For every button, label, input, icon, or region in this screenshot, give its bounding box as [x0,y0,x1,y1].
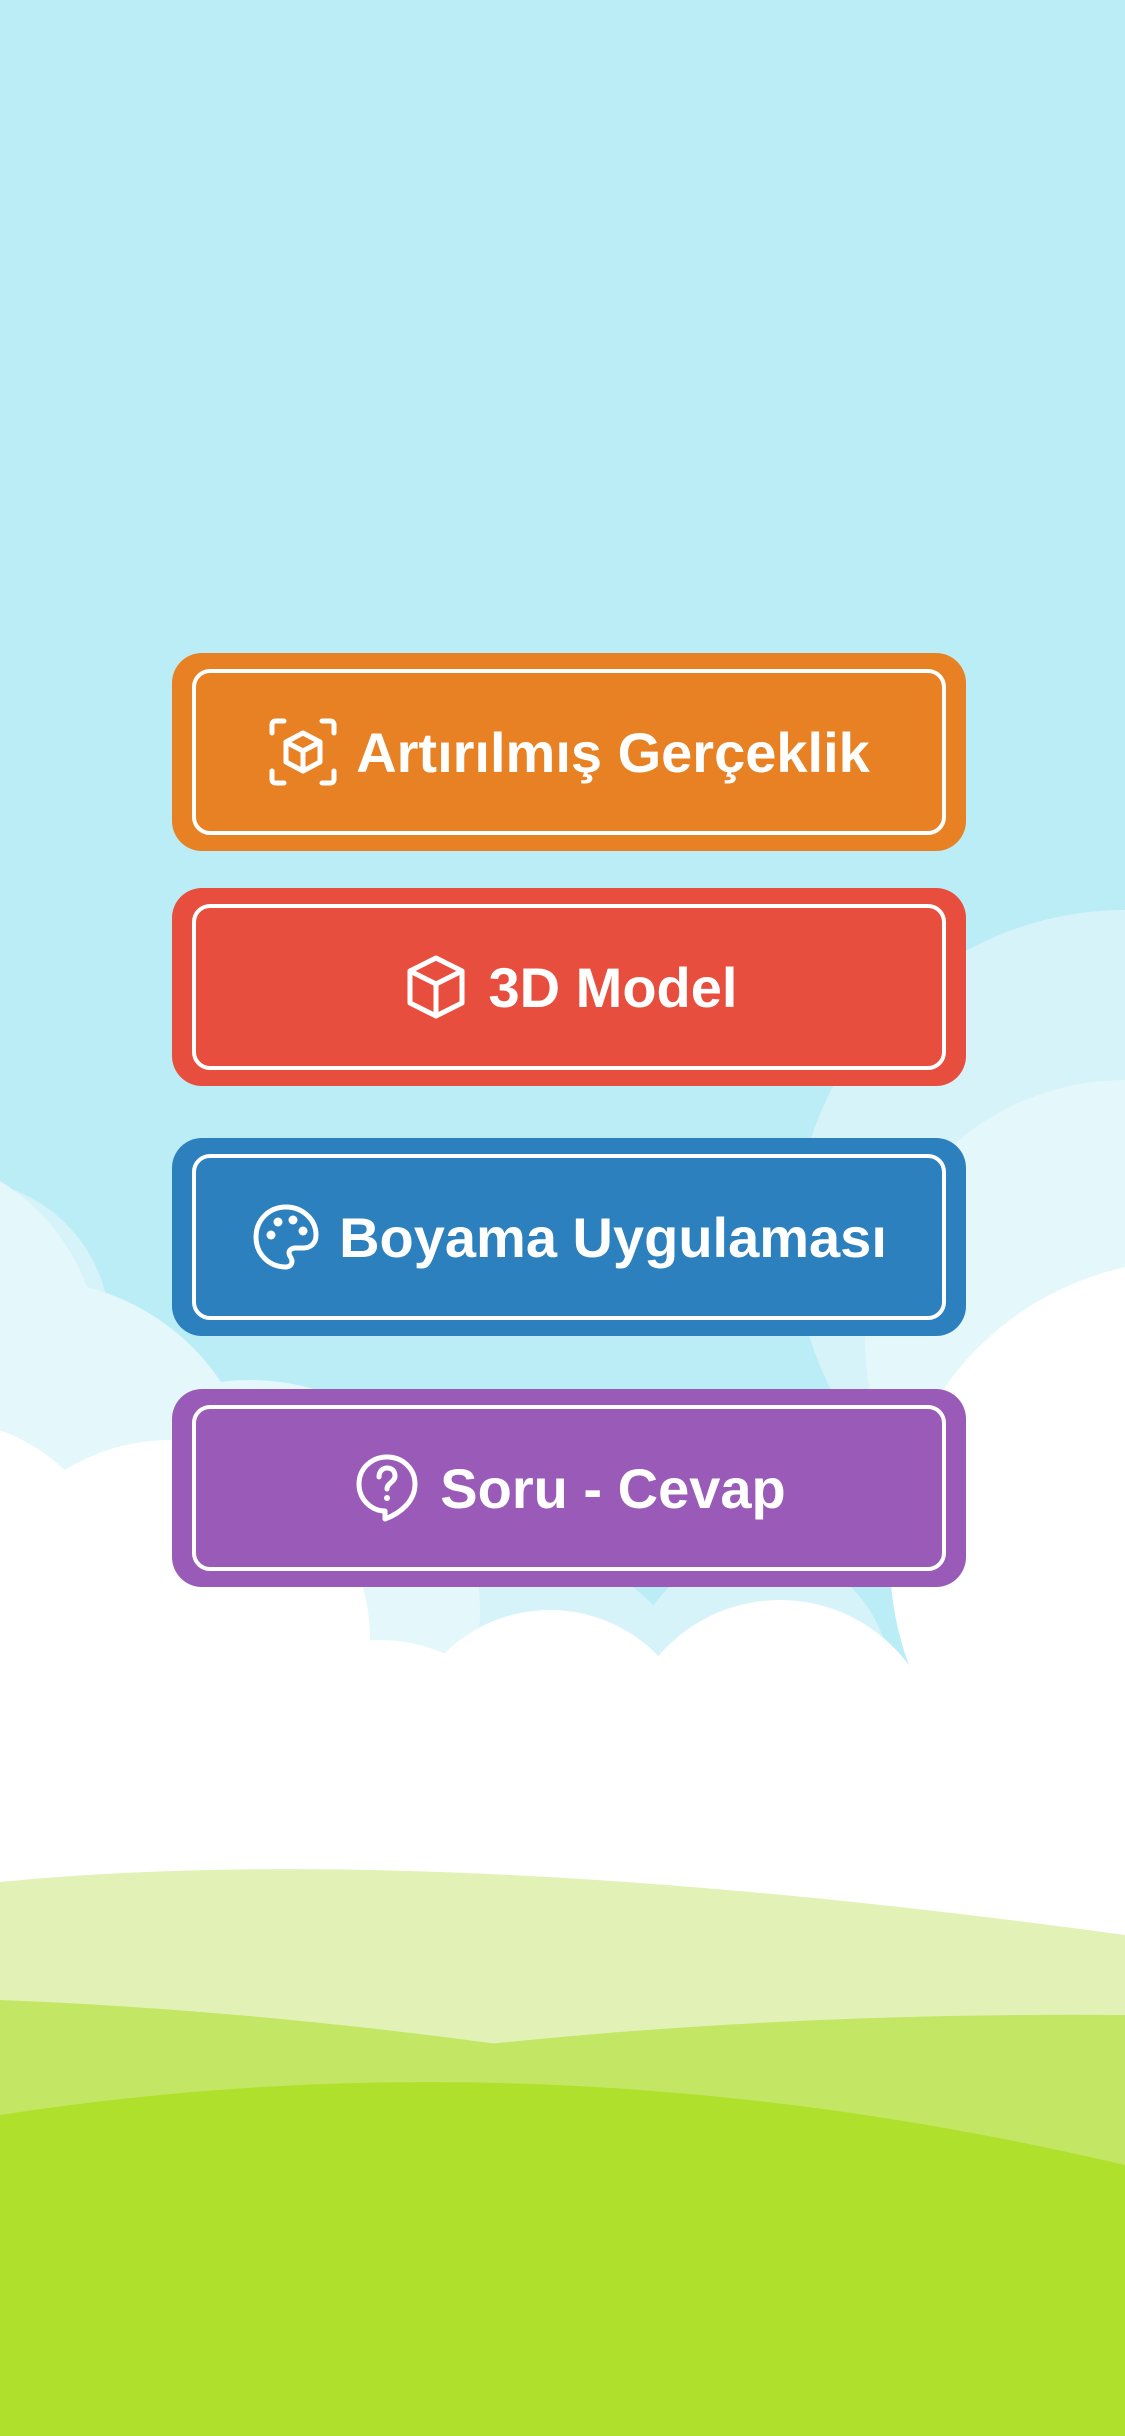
hill-dark [0,2082,1125,2436]
question-answer-label: Soru - Cevap [440,1456,786,1520]
painting-app-button-frame: Boyama Uygulaması [192,1154,946,1320]
3d-model-button-frame: 3D Model [192,904,946,1070]
3d-model-button[interactable]: 3D Model [172,888,966,1086]
augmented-reality-button-frame: Artırılmış Gerçeklik [192,669,946,835]
ar-cube-scan-icon [268,717,338,787]
question-answer-button[interactable]: Soru - Cevap [172,1389,966,1587]
painting-app-button[interactable]: Boyama Uygulaması [172,1138,966,1336]
augmented-reality-button[interactable]: Artırılmış Gerçeklik [172,653,966,851]
painting-app-label: Boyama Uygulaması [339,1205,887,1269]
3d-model-label: 3D Model [488,955,738,1019]
question-answer-button-frame: Soru - Cevap [192,1405,946,1571]
palette-icon [251,1202,321,1272]
augmented-reality-label: Artırılmış Gerçeklik [356,720,870,784]
cube-icon [401,952,471,1022]
question-bubble-icon [352,1453,422,1523]
